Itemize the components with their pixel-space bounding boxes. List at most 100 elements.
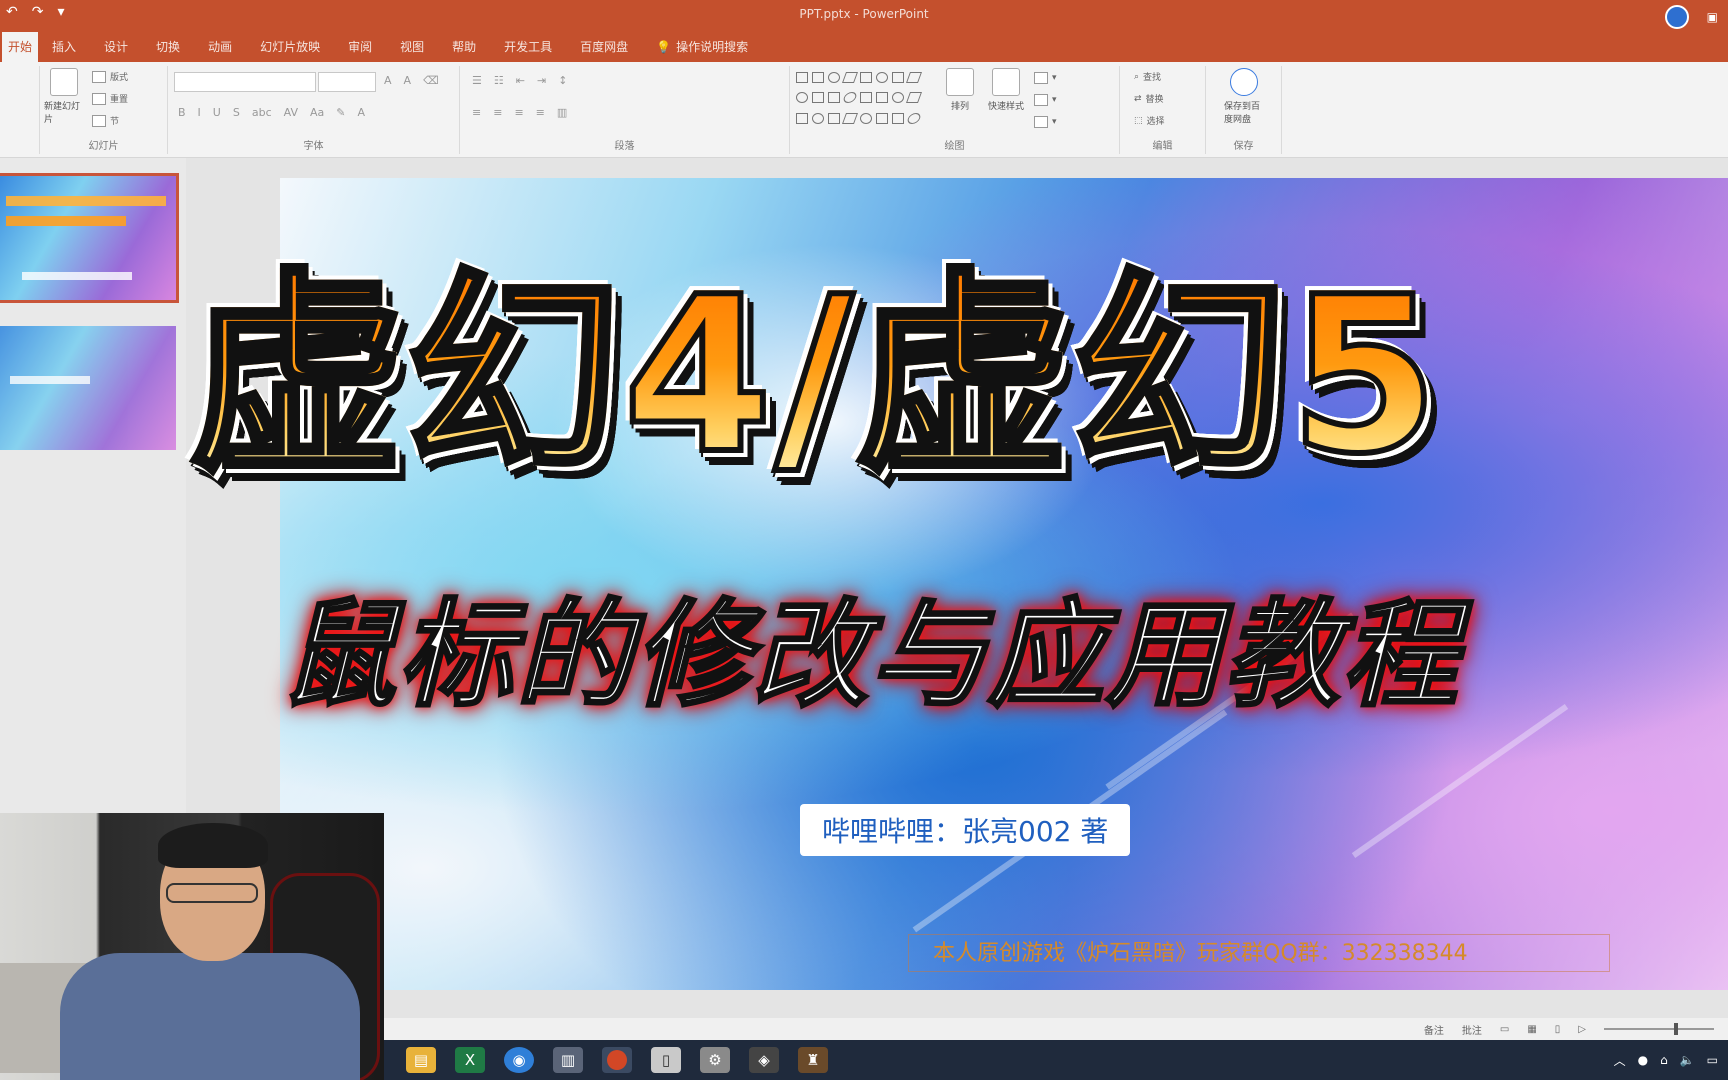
columns-icon[interactable]: ▥ — [557, 106, 567, 119]
reading-view-icon[interactable]: ▯ — [1555, 1024, 1561, 1035]
notification-icon[interactable]: ▭ — [1707, 1053, 1718, 1067]
arrange-icon — [946, 68, 974, 96]
new-slide-button[interactable]: 新建幻灯片 — [44, 68, 84, 125]
tab-design[interactable]: 设计 — [90, 32, 142, 62]
shadow-icon[interactable]: abc — [252, 106, 272, 119]
font-family-select[interactable] — [174, 72, 316, 92]
spacing-icon[interactable]: AV — [284, 106, 298, 119]
file-explorer-icon[interactable]: ▤ — [406, 1047, 436, 1073]
volume-icon[interactable]: 🔈 — [1680, 1053, 1695, 1067]
tab-transitions[interactable]: 切换 — [142, 32, 194, 62]
strikethrough-icon[interactable]: S — [233, 106, 240, 119]
webcam-person-hair — [158, 823, 268, 868]
notepad-icon[interactable]: ▯ — [651, 1047, 681, 1073]
save-group: 保存到百度网盘 保存 — [1206, 66, 1282, 154]
tab-developer[interactable]: 开发工具 — [490, 32, 566, 62]
shape-fill-button[interactable]: ▾ — [1034, 72, 1057, 84]
decrease-indent-icon[interactable]: ⇤ — [516, 74, 525, 87]
paragraph-group: ☰ ☷ ⇤ ⇥ ↕ ≡ ≡ ≡ ≡ ▥ 段落 — [460, 66, 790, 154]
status-bar: 备注 批注 ▭ ▦ ▯ ▷ — [384, 1018, 1728, 1040]
new-slide-icon — [50, 68, 78, 96]
tab-slideshow[interactable]: 幻灯片放映 — [246, 32, 334, 62]
document-icon[interactable]: ▥ — [553, 1047, 583, 1073]
case-icon[interactable]: Aa — [310, 106, 324, 119]
tab-insert[interactable]: 插入 — [38, 32, 90, 62]
line-spacing-icon[interactable]: ↕ — [558, 74, 567, 87]
thumb-text-bar — [10, 376, 90, 384]
bullets-icon[interactable]: ☰ — [472, 74, 482, 87]
browser-icon[interactable]: ◉ — [504, 1047, 534, 1073]
ribbon-display-icon[interactable]: ▣ — [1707, 10, 1718, 24]
grow-font-icon[interactable]: A — [384, 74, 392, 87]
quick-styles-label: 快速样式 — [987, 102, 1024, 112]
zoom-slider[interactable] — [1604, 1023, 1714, 1035]
italic-icon[interactable]: I — [198, 106, 201, 119]
font-color-icon[interactable]: A — [357, 106, 365, 119]
shape-effects-button[interactable]: ▾ — [1034, 116, 1057, 128]
font-size-select[interactable] — [318, 72, 376, 92]
arrange-button[interactable]: 排列 — [940, 68, 980, 112]
highlight-icon[interactable]: ✎ — [336, 106, 345, 119]
sorter-view-icon[interactable]: ▦ — [1527, 1024, 1536, 1035]
tab-animations[interactable]: 动画 — [194, 32, 246, 62]
font-format-buttons: B I U Sabc AV Aa ✎ A — [178, 106, 365, 119]
normal-view-icon[interactable]: ▭ — [1500, 1024, 1509, 1035]
notes-button[interactable]: 备注 — [1424, 1022, 1444, 1037]
settings-icon[interactable]: ⚙ — [700, 1047, 730, 1073]
game-icon[interactable]: ♜ — [798, 1047, 828, 1073]
comments-button[interactable]: 批注 — [1462, 1022, 1482, 1037]
slide-footer-note: 本人原创游戏《炉石黑暗》玩家群QQ群：332338344 — [908, 934, 1610, 972]
title-bar-right: ▣ — [1664, 5, 1718, 29]
find-icon: ⌕ — [1134, 71, 1140, 82]
tab-home[interactable]: 开始 — [2, 32, 39, 62]
reset-button[interactable]: 重置 — [92, 92, 128, 105]
tab-baidu[interactable]: 百度网盘 — [566, 32, 642, 62]
align-center-icon[interactable]: ≡ — [493, 106, 502, 119]
find-label: 查找 — [1143, 73, 1162, 83]
clear-format-icon[interactable]: ⌫ — [423, 74, 439, 87]
network-icon[interactable]: ⌂ — [1660, 1053, 1668, 1067]
select-button[interactable]: ⬚ 选择 — [1134, 114, 1165, 128]
slideshow-view-icon[interactable]: ▷ — [1578, 1024, 1586, 1035]
layout-button[interactable]: 版式 — [92, 70, 128, 83]
tab-help[interactable]: 帮助 — [438, 32, 490, 62]
underline-icon[interactable]: U — [213, 106, 221, 119]
numbering-icon[interactable]: ☷ — [494, 74, 504, 87]
account-avatar[interactable] — [1664, 5, 1689, 29]
shape-effects-icon — [1034, 116, 1048, 128]
shape-outline-button[interactable]: ▾ — [1034, 94, 1057, 106]
shapes-gallery[interactable] — [796, 72, 926, 130]
align-left-icon[interactable]: ≡ — [472, 106, 481, 119]
font-size-buttons: A A ⌫ — [384, 74, 439, 87]
justify-icon[interactable]: ≡ — [536, 106, 545, 119]
bold-icon[interactable]: B — [178, 106, 186, 119]
mic-icon[interactable]: ● — [1638, 1053, 1648, 1067]
align-right-icon[interactable]: ≡ — [514, 106, 523, 119]
tab-view[interactable]: 视图 — [386, 32, 438, 62]
save-to-baidu-button[interactable]: 保存到百度网盘 — [1224, 68, 1264, 125]
save-to-baidu-label: 保存到百度网盘 — [1224, 102, 1261, 125]
lightbulb-icon: 💡 — [656, 39, 672, 54]
save-group-label: 保存 — [1233, 141, 1254, 152]
tell-me-search[interactable]: 💡 操作说明搜索 — [642, 32, 762, 62]
find-button[interactable]: ⌕ 查找 — [1134, 70, 1162, 84]
arrange-label: 排列 — [950, 102, 969, 112]
replace-label: 替换 — [1145, 95, 1164, 105]
quick-styles-button[interactable]: 快速样式 — [986, 68, 1026, 112]
main-title: 虚幻4/虚幻5 — [80, 265, 1550, 486]
editing-group-label: 编辑 — [1152, 141, 1173, 152]
section-button[interactable]: 节 — [92, 114, 119, 127]
quick-styles-icon — [992, 68, 1020, 96]
tray-chevron-icon[interactable]: ︿ — [1614, 1052, 1626, 1069]
increase-indent-icon[interactable]: ⇥ — [537, 74, 546, 87]
shrink-font-icon[interactable]: A — [404, 74, 412, 87]
select-label: 选择 — [1146, 117, 1165, 127]
paint-streak — [1351, 703, 1569, 859]
webcam-glasses — [166, 883, 258, 903]
powerpoint-icon[interactable] — [602, 1047, 632, 1073]
excel-icon[interactable]: X — [455, 1047, 485, 1073]
tab-review[interactable]: 审阅 — [334, 32, 386, 62]
editing-group: ⌕ 查找 ⇄ 替换 ⬚ 选择 编辑 — [1120, 66, 1206, 154]
app-icon[interactable]: ◈ — [749, 1047, 779, 1073]
replace-button[interactable]: ⇄ 替换 — [1134, 92, 1164, 106]
